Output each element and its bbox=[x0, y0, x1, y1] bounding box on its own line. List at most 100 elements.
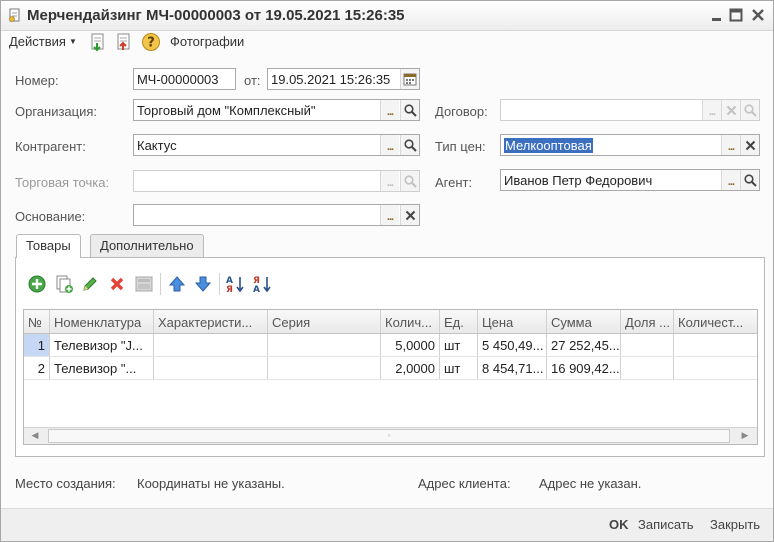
sort-descending-icon[interactable]: Я А bbox=[252, 274, 272, 294]
help-icon[interactable]: ? bbox=[141, 32, 161, 52]
select-ellipsis-icon[interactable]: ... bbox=[721, 135, 740, 155]
quantity-cell[interactable]: 5,0000 bbox=[381, 334, 440, 356]
post-document-icon[interactable] bbox=[88, 32, 108, 52]
share-cell[interactable] bbox=[621, 334, 674, 356]
sum-cell[interactable]: 27 252,45... bbox=[547, 334, 621, 356]
column-header[interactable]: Ед. bbox=[440, 310, 478, 333]
search-icon bbox=[740, 100, 759, 120]
price-cell[interactable]: 8 454,71... bbox=[478, 357, 547, 379]
clear-icon[interactable] bbox=[400, 205, 419, 225]
maximize-icon[interactable] bbox=[728, 7, 744, 23]
tab-additional[interactable]: Дополнительно bbox=[90, 234, 204, 257]
select-ellipsis-icon[interactable]: ... bbox=[380, 205, 399, 225]
calendar-icon[interactable] bbox=[400, 69, 419, 89]
client-address-value[interactable]: Адрес не указан. bbox=[539, 476, 641, 491]
agent-field[interactable]: Иванов Петр Федорович ... bbox=[500, 169, 760, 191]
date-field[interactable]: 19.05.2021 15:26:35 bbox=[267, 68, 420, 90]
date-value: 19.05.2021 15:26:35 bbox=[271, 72, 391, 87]
quantity2-cell[interactable] bbox=[674, 334, 757, 356]
horizontal-scrollbar[interactable]: ◀ ▫ ▶ bbox=[24, 427, 757, 444]
organization-field[interactable]: Торговый дом "Комплексный" ... bbox=[133, 99, 420, 121]
column-header[interactable]: Количест... bbox=[674, 310, 757, 333]
price-cell[interactable]: 5 450,49... bbox=[478, 334, 547, 356]
unit-cell[interactable]: шт bbox=[440, 357, 478, 379]
svg-text:Я: Я bbox=[226, 285, 233, 294]
select-ellipsis-icon[interactable]: ... bbox=[380, 135, 399, 155]
scroll-left-icon[interactable]: ◀ bbox=[26, 430, 44, 443]
select-ellipsis-icon[interactable]: ... bbox=[721, 170, 740, 190]
minimize-icon[interactable] bbox=[709, 7, 725, 23]
column-header[interactable]: Номенклатура bbox=[50, 310, 154, 333]
series-cell[interactable] bbox=[268, 334, 381, 356]
price-type-label: Тип цен: bbox=[435, 139, 486, 154]
organization-label: Организация: bbox=[15, 104, 98, 119]
document-window: Мерчендайзинг МЧ-00000003 от 19.05.2021 … bbox=[0, 0, 774, 542]
column-header[interactable]: Цена bbox=[478, 310, 547, 333]
search-icon[interactable] bbox=[400, 135, 419, 155]
delete-row-icon[interactable] bbox=[107, 274, 127, 294]
scroll-right-icon[interactable]: ▶ bbox=[736, 430, 754, 443]
close-icon[interactable] bbox=[750, 7, 766, 23]
column-header[interactable]: Характеристи... bbox=[154, 310, 268, 333]
characteristic-cell[interactable] bbox=[154, 357, 268, 379]
row-number: 1 bbox=[24, 334, 50, 356]
series-cell[interactable] bbox=[268, 357, 381, 379]
tab-goods[interactable]: Товары bbox=[16, 234, 81, 258]
clear-icon[interactable] bbox=[740, 135, 759, 155]
table-row[interactable]: 1 Телевизор "J... 5,0000 шт 5 450,49... … bbox=[24, 334, 757, 357]
move-down-icon[interactable] bbox=[193, 274, 213, 294]
toolbar: Действия ▼ ? Фотографии bbox=[1, 31, 773, 55]
end-edit-icon bbox=[135, 276, 153, 292]
client-address-label: Адрес клиента: bbox=[418, 476, 511, 491]
unpost-document-icon[interactable] bbox=[114, 32, 134, 52]
number-value: МЧ-00000003 bbox=[137, 72, 219, 87]
table-row[interactable]: 2 Телевизор "... 2,0000 шт 8 454,71... 1… bbox=[24, 357, 757, 380]
agent-value: Иванов Петр Федорович bbox=[504, 173, 653, 188]
column-header[interactable]: Доля ... bbox=[621, 310, 674, 333]
date-label: от: bbox=[244, 73, 261, 88]
scrollbar-thumb[interactable]: ▫ bbox=[48, 429, 730, 443]
search-icon[interactable] bbox=[740, 170, 759, 190]
copy-row-icon[interactable] bbox=[54, 274, 74, 294]
price-type-field[interactable]: Мелкооптовая ... bbox=[500, 134, 760, 156]
item-cell[interactable]: Телевизор "... bbox=[50, 357, 154, 379]
save-button[interactable]: Записать bbox=[638, 517, 694, 532]
counterparty-field[interactable]: Кактус ... bbox=[133, 134, 420, 156]
select-ellipsis-icon[interactable]: ... bbox=[380, 100, 399, 120]
number-field[interactable]: МЧ-00000003 bbox=[133, 68, 236, 90]
actions-menu[interactable]: Действия ▼ bbox=[9, 34, 77, 49]
photos-button[interactable]: Фотографии bbox=[170, 34, 244, 49]
share-cell[interactable] bbox=[621, 357, 674, 379]
close-button[interactable]: Закрыть bbox=[710, 517, 760, 532]
outlet-label: Торговая точка: bbox=[15, 175, 110, 190]
unit-cell[interactable]: шт bbox=[440, 334, 478, 356]
contract-label: Договор: bbox=[435, 104, 488, 119]
search-icon[interactable] bbox=[400, 100, 419, 120]
toolbar-separator bbox=[219, 273, 220, 295]
svg-text:А: А bbox=[253, 285, 260, 294]
quantity2-cell[interactable] bbox=[674, 357, 757, 379]
move-up-icon[interactable] bbox=[167, 274, 187, 294]
goods-table[interactable]: № Номенклатура Характеристи... Серия Кол… bbox=[23, 309, 758, 445]
add-row-icon[interactable] bbox=[27, 274, 47, 294]
search-icon bbox=[400, 171, 419, 191]
counterparty-value: Кактус bbox=[137, 138, 177, 153]
column-header[interactable]: Серия bbox=[268, 310, 381, 333]
item-cell[interactable]: Телевизор "J... bbox=[50, 334, 154, 356]
toolbar-separator bbox=[160, 273, 161, 295]
column-header[interactable]: № bbox=[24, 310, 50, 333]
clear-icon bbox=[721, 100, 740, 120]
sort-ascending-icon[interactable]: А Я bbox=[225, 274, 245, 294]
number-label: Номер: bbox=[15, 73, 59, 88]
characteristic-cell[interactable] bbox=[154, 334, 268, 356]
column-header[interactable]: Сумма bbox=[547, 310, 621, 333]
column-header[interactable]: Колич... bbox=[381, 310, 440, 333]
ok-button[interactable]: OK bbox=[609, 517, 629, 532]
creation-place-label: Место создания: bbox=[15, 476, 116, 491]
quantity-cell[interactable]: 2,0000 bbox=[381, 357, 440, 379]
basis-field[interactable]: ... bbox=[133, 204, 420, 226]
window-title: Мерчендайзинг МЧ-00000003 от 19.05.2021 … bbox=[27, 7, 405, 24]
edit-row-icon[interactable] bbox=[80, 274, 100, 294]
sum-cell[interactable]: 16 909,42... bbox=[547, 357, 621, 379]
creation-place-value[interactable]: Координаты не указаны. bbox=[137, 476, 285, 491]
